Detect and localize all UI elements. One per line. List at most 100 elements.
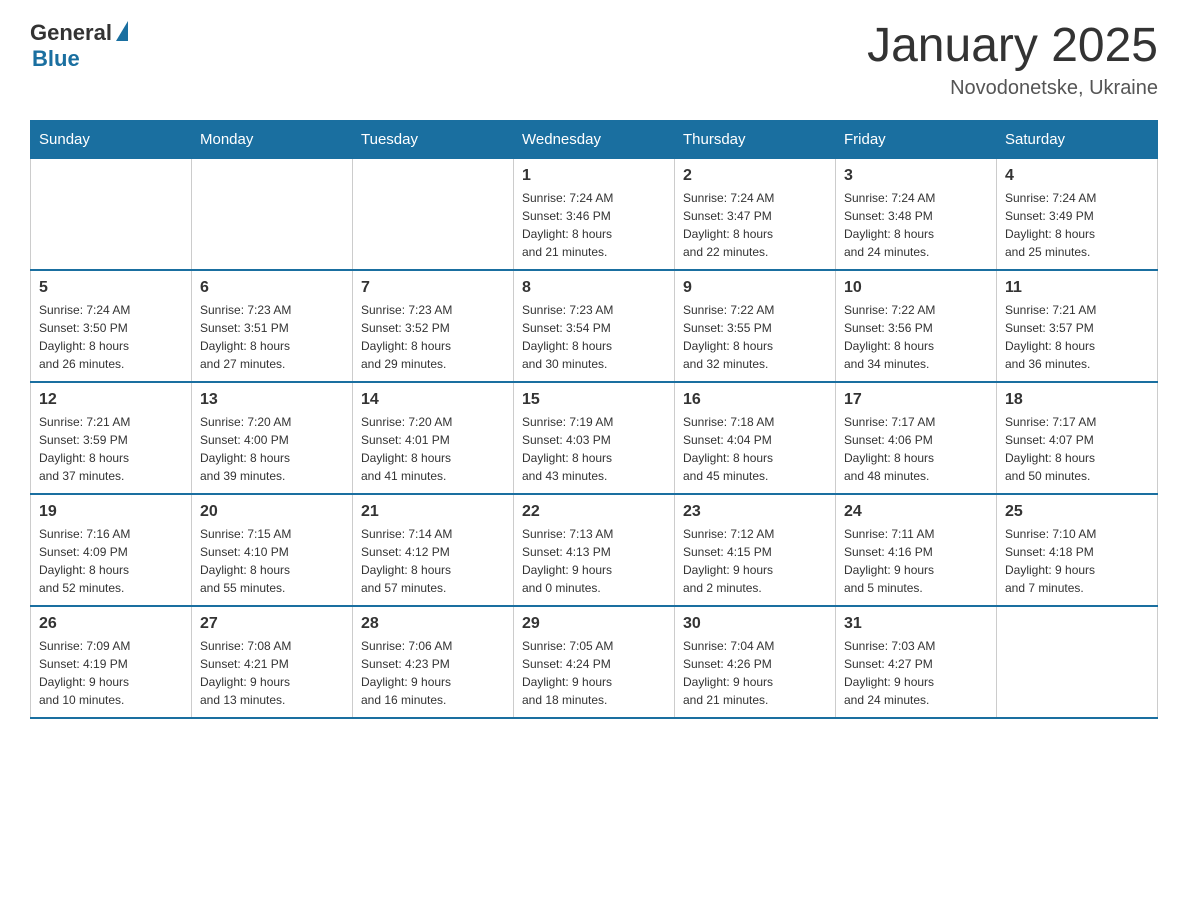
calendar-day-cell: 11 Sunrise: 7:21 AMSunset: 3:57 PMDayligh…: [997, 270, 1158, 382]
day-of-week-header: Monday: [192, 120, 353, 158]
day-info-text: Sunrise: 7:14 AMSunset: 4:12 PMDaylight:…: [361, 525, 505, 597]
day-info-text: Sunrise: 7:12 AMSunset: 4:15 PMDaylight:…: [683, 525, 827, 597]
page-header: General Blue January 2025 Novodonetske, …: [30, 20, 1158, 100]
calendar-body: 1Sunrise: 7:24 AMSunset: 3:46 PMDaylight…: [31, 158, 1158, 718]
logo-blue-text: Blue: [32, 46, 128, 72]
day-number: 10: [844, 279, 988, 297]
day-number: 13: [200, 391, 344, 409]
day-number: 4: [1005, 167, 1149, 185]
calendar-day-cell: 25 Sunrise: 7:10 AMSunset: 4:18 PMDayligh…: [997, 494, 1158, 606]
day-info-text: Sunrise: 7:20 AMSunset: 4:00 PMDaylight:…: [200, 413, 344, 485]
day-number: 30: [683, 615, 827, 633]
logo-general-text: General: [30, 20, 112, 46]
calendar-day-cell: 16 Sunrise: 7:18 AMSunset: 4:04 PMDayligh…: [675, 382, 836, 494]
day-number: 5: [39, 279, 183, 297]
calendar-day-cell: 22Sunrise: 7:13 AMSunset: 4:13 PMDayligh…: [514, 494, 675, 606]
day-info-text: Sunrise: 7:11 AMSunset: 4:16 PMDaylight:…: [844, 525, 988, 597]
day-number: 6: [200, 279, 344, 297]
day-of-week-header: Sunday: [31, 120, 192, 158]
calendar-day-cell: 23 Sunrise: 7:12 AMSunset: 4:15 PMDayligh…: [675, 494, 836, 606]
day-number: 12: [39, 391, 183, 409]
calendar-day-cell: 15 Sunrise: 7:19 AMSunset: 4:03 PMDayligh…: [514, 382, 675, 494]
day-info-text: Sunrise: 7:17 AMSunset: 4:07 PMDaylight:…: [1005, 413, 1149, 485]
calendar-day-cell: [997, 606, 1158, 718]
day-info-text: Sunrise: 7:24 AMSunset: 3:47 PMDaylight:…: [683, 189, 827, 261]
calendar-day-cell: 29 Sunrise: 7:05 AMSunset: 4:24 PMDayligh…: [514, 606, 675, 718]
calendar-day-cell: 2 Sunrise: 7:24 AMSunset: 3:47 PMDaylight…: [675, 158, 836, 270]
day-info-text: Sunrise: 7:10 AMSunset: 4:18 PMDaylight:…: [1005, 525, 1149, 597]
day-info-text: Sunrise: 7:21 AMSunset: 3:57 PMDaylight:…: [1005, 301, 1149, 373]
calendar-day-cell: 3Sunrise: 7:24 AMSunset: 3:48 PMDaylight…: [836, 158, 997, 270]
calendar-day-cell: 24 Sunrise: 7:11 AMSunset: 4:16 PMDayligh…: [836, 494, 997, 606]
day-of-week-header: Saturday: [997, 120, 1158, 158]
day-number: 29: [522, 615, 666, 633]
day-number: 27: [200, 615, 344, 633]
day-number: 2: [683, 167, 827, 185]
calendar-day-cell: 28 Sunrise: 7:06 AMSunset: 4:23 PMDayligh…: [353, 606, 514, 718]
day-info-text: Sunrise: 7:22 AMSunset: 3:56 PMDaylight:…: [844, 301, 988, 373]
day-info-text: Sunrise: 7:22 AMSunset: 3:55 PMDaylight:…: [683, 301, 827, 373]
calendar-week-row: 5 Sunrise: 7:24 AMSunset: 3:50 PMDaylight…: [31, 270, 1158, 382]
day-number: 3: [844, 167, 988, 185]
day-info-text: Sunrise: 7:09 AMSunset: 4:19 PMDaylight:…: [39, 637, 183, 709]
calendar-table: SundayMondayTuesdayWednesdayThursdayFrid…: [30, 120, 1158, 719]
day-info-text: Sunrise: 7:23 AMSunset: 3:52 PMDaylight:…: [361, 301, 505, 373]
day-info-text: Sunrise: 7:15 AMSunset: 4:10 PMDaylight:…: [200, 525, 344, 597]
day-number: 8: [522, 279, 666, 297]
calendar-day-cell: 20 Sunrise: 7:15 AMSunset: 4:10 PMDayligh…: [192, 494, 353, 606]
calendar-week-row: 19 Sunrise: 7:16 AMSunset: 4:09 PMDayligh…: [31, 494, 1158, 606]
calendar-day-cell: 14 Sunrise: 7:20 AMSunset: 4:01 PMDayligh…: [353, 382, 514, 494]
day-number: 14: [361, 391, 505, 409]
day-info-text: Sunrise: 7:24 AMSunset: 3:50 PMDaylight:…: [39, 301, 183, 373]
day-number: 28: [361, 615, 505, 633]
day-info-text: Sunrise: 7:18 AMSunset: 4:04 PMDaylight:…: [683, 413, 827, 485]
calendar-day-cell: 21 Sunrise: 7:14 AMSunset: 4:12 PMDayligh…: [353, 494, 514, 606]
calendar-day-cell: 6 Sunrise: 7:23 AMSunset: 3:51 PMDaylight…: [192, 270, 353, 382]
day-number: 31: [844, 615, 988, 633]
day-number: 11: [1005, 279, 1149, 297]
day-number: 19: [39, 503, 183, 521]
day-number: 24: [844, 503, 988, 521]
day-info-text: Sunrise: 7:03 AMSunset: 4:27 PMDaylight:…: [844, 637, 988, 709]
day-of-week-header: Tuesday: [353, 120, 514, 158]
calendar-day-cell: 26Sunrise: 7:09 AMSunset: 4:19 PMDayligh…: [31, 606, 192, 718]
day-number: 16: [683, 391, 827, 409]
calendar-day-cell: 19 Sunrise: 7:16 AMSunset: 4:09 PMDayligh…: [31, 494, 192, 606]
month-title: January 2025: [867, 20, 1158, 73]
day-info-text: Sunrise: 7:19 AMSunset: 4:03 PMDaylight:…: [522, 413, 666, 485]
calendar-day-cell: 30 Sunrise: 7:04 AMSunset: 4:26 PMDayligh…: [675, 606, 836, 718]
day-of-week-header: Friday: [836, 120, 997, 158]
day-info-text: Sunrise: 7:20 AMSunset: 4:01 PMDaylight:…: [361, 413, 505, 485]
calendar-day-cell: 1Sunrise: 7:24 AMSunset: 3:46 PMDaylight…: [514, 158, 675, 270]
day-info-text: Sunrise: 7:16 AMSunset: 4:09 PMDaylight:…: [39, 525, 183, 597]
calendar-day-cell: [31, 158, 192, 270]
day-info-text: Sunrise: 7:24 AMSunset: 3:49 PMDaylight:…: [1005, 189, 1149, 261]
calendar-week-row: 26Sunrise: 7:09 AMSunset: 4:19 PMDayligh…: [31, 606, 1158, 718]
day-info-text: Sunrise: 7:17 AMSunset: 4:06 PMDaylight:…: [844, 413, 988, 485]
day-number: 15: [522, 391, 666, 409]
calendar-day-cell: 17Sunrise: 7:17 AMSunset: 4:06 PMDayligh…: [836, 382, 997, 494]
calendar-day-cell: 5 Sunrise: 7:24 AMSunset: 3:50 PMDaylight…: [31, 270, 192, 382]
day-info-text: Sunrise: 7:05 AMSunset: 4:24 PMDaylight:…: [522, 637, 666, 709]
calendar-week-row: 1Sunrise: 7:24 AMSunset: 3:46 PMDaylight…: [31, 158, 1158, 270]
day-info-text: Sunrise: 7:06 AMSunset: 4:23 PMDaylight:…: [361, 637, 505, 709]
day-info-text: Sunrise: 7:23 AMSunset: 3:54 PMDaylight:…: [522, 301, 666, 373]
day-number: 22: [522, 503, 666, 521]
day-number: 25: [1005, 503, 1149, 521]
logo: General Blue: [30, 20, 128, 72]
calendar-day-cell: 9Sunrise: 7:22 AMSunset: 3:55 PMDaylight…: [675, 270, 836, 382]
day-info-text: Sunrise: 7:24 AMSunset: 3:46 PMDaylight:…: [522, 189, 666, 261]
days-of-week-row: SundayMondayTuesdayWednesdayThursdayFrid…: [31, 120, 1158, 158]
day-info-text: Sunrise: 7:04 AMSunset: 4:26 PMDaylight:…: [683, 637, 827, 709]
day-info-text: Sunrise: 7:21 AMSunset: 3:59 PMDaylight:…: [39, 413, 183, 485]
day-info-text: Sunrise: 7:23 AMSunset: 3:51 PMDaylight:…: [200, 301, 344, 373]
day-number: 23: [683, 503, 827, 521]
calendar-day-cell: 12 Sunrise: 7:21 AMSunset: 3:59 PMDayligh…: [31, 382, 192, 494]
day-number: 21: [361, 503, 505, 521]
calendar-week-row: 12 Sunrise: 7:21 AMSunset: 3:59 PMDayligh…: [31, 382, 1158, 494]
day-number: 20: [200, 503, 344, 521]
day-of-week-header: Wednesday: [514, 120, 675, 158]
calendar-header: SundayMondayTuesdayWednesdayThursdayFrid…: [31, 120, 1158, 158]
calendar-day-cell: 31 Sunrise: 7:03 AMSunset: 4:27 PMDayligh…: [836, 606, 997, 718]
calendar-day-cell: 27Sunrise: 7:08 AMSunset: 4:21 PMDayligh…: [192, 606, 353, 718]
